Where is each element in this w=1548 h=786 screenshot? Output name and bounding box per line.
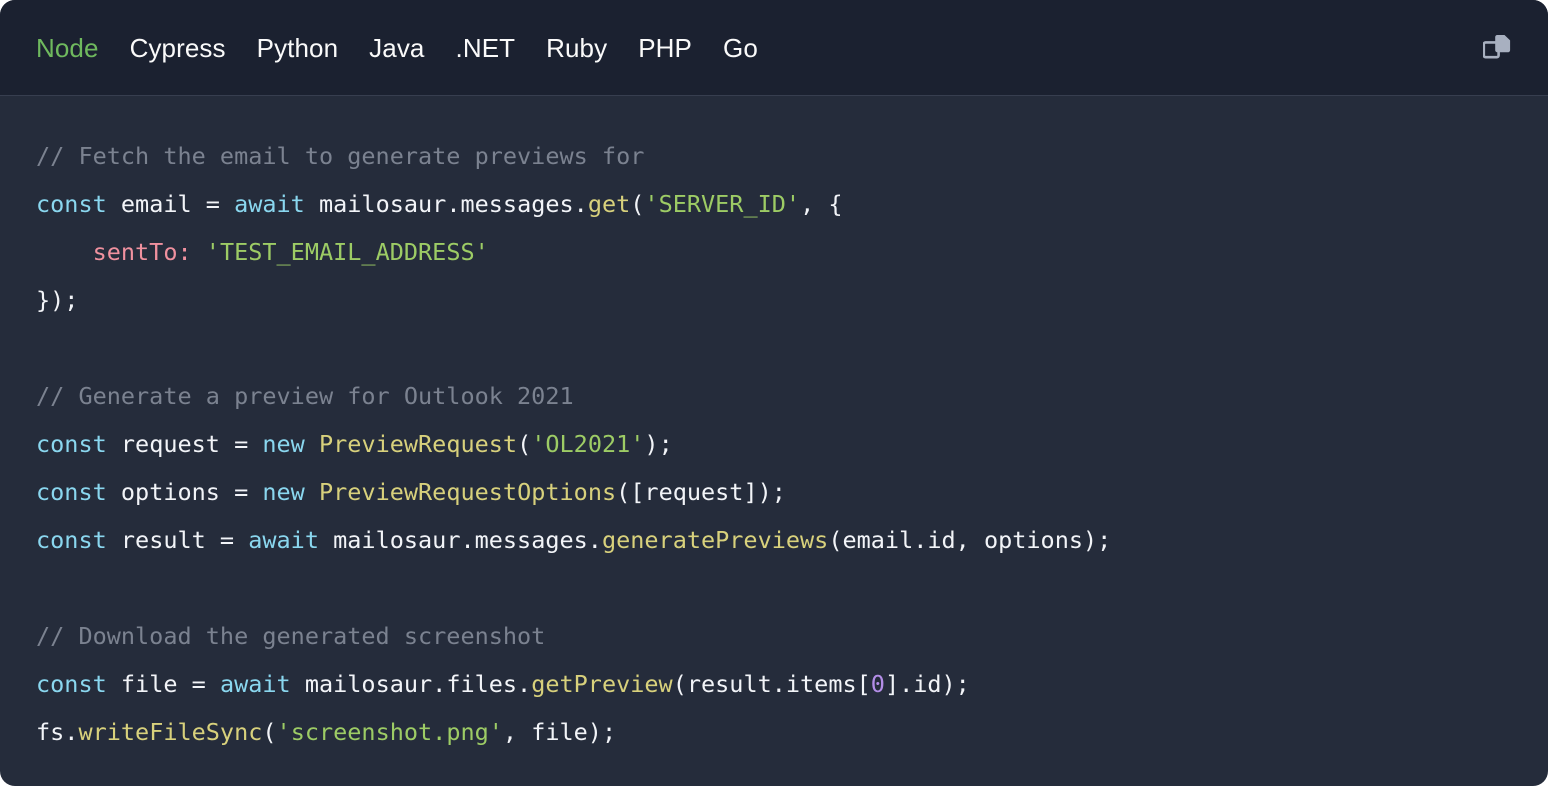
- code-token-pl: (result.items[: [672, 670, 871, 698]
- code-token-pl: mailosaur.messages.: [318, 526, 602, 554]
- code-token-fn: PreviewRequest: [319, 430, 518, 458]
- code-token-str: 'OL2021': [531, 430, 645, 458]
- code-token-pl: mailosaur.messages.: [304, 190, 588, 218]
- code-token-pl: mailosaur.files.: [290, 670, 532, 698]
- code-token-fn: writeFileSync: [78, 718, 263, 746]
- code-token-pl: (: [262, 718, 277, 746]
- code-token-pl: , {: [800, 190, 843, 218]
- code-token-pl: , file);: [502, 718, 617, 746]
- code-token-pl: });: [36, 286, 79, 314]
- code-token-pl: request =: [106, 430, 263, 458]
- code-token-pl: options =: [106, 478, 263, 506]
- code-token-kw: const: [36, 430, 107, 458]
- code-token-pl: ].id);: [884, 670, 970, 698]
- code-token-str: 'screenshot.png': [276, 718, 503, 746]
- copy-icon: [1483, 32, 1513, 64]
- code-token-fn: get: [587, 190, 631, 218]
- code-token-pl: result =: [106, 526, 249, 554]
- code-block: // Fetch the email to generate previews …: [36, 132, 1518, 756]
- code-token-com: // Fetch the email to generate previews …: [36, 142, 645, 170]
- code-line: const file = await mailosaur.files.getPr…: [36, 670, 970, 698]
- code-token-kw: const: [36, 670, 107, 698]
- code-token-kw: new: [262, 430, 305, 458]
- code-token-pl: (email.id, options);: [828, 526, 1112, 554]
- tab-python[interactable]: Python: [257, 29, 339, 67]
- tab-ruby[interactable]: Ruby: [546, 29, 607, 67]
- tabs-container: Node Cypress Python Java .NET Ruby PHP Go: [36, 29, 789, 67]
- code-token-num: 0: [870, 670, 885, 698]
- code-token-com: // Download the generated screenshot: [36, 622, 546, 650]
- code-line: const options = new PreviewRequestOption…: [36, 478, 786, 506]
- code-snippet-card: Node Cypress Python Java .NET Ruby PHP Go // Fe…: [0, 0, 1548, 786]
- code-token-kw: await: [234, 190, 305, 218]
- tab-java[interactable]: Java: [369, 29, 424, 67]
- code-token-kw: new: [262, 478, 305, 506]
- code-line: fs.writeFileSync('screenshot.png', file)…: [36, 718, 616, 746]
- language-tab-bar: Node Cypress Python Java .NET Ruby PHP Go: [0, 0, 1548, 96]
- code-token-kw: await: [219, 670, 291, 698]
- copy-code-button[interactable]: [1476, 26, 1520, 70]
- code-token-kw: const: [36, 526, 107, 554]
- code-line: const email = await mailosaur.messages.g…: [36, 190, 843, 218]
- code-line: });: [36, 286, 78, 314]
- code-token-pl: email =: [106, 190, 235, 218]
- tab-net[interactable]: .NET: [456, 29, 516, 67]
- code-token-kw: await: [248, 526, 319, 554]
- code-token-str: 'TEST_EMAIL_ADDRESS': [205, 238, 489, 266]
- code-token-prop: :: [177, 238, 192, 266]
- tab-cypress[interactable]: Cypress: [130, 29, 226, 67]
- code-token-pl: ([request]);: [616, 478, 786, 506]
- code-area[interactable]: // Fetch the email to generate previews …: [0, 96, 1548, 786]
- code-token-pl: (: [517, 430, 532, 458]
- code-token-fn: getPreview: [531, 670, 673, 698]
- code-token-kw: const: [36, 190, 107, 218]
- tab-node[interactable]: Node: [36, 29, 99, 67]
- code-token-pl: );: [644, 430, 673, 458]
- code-token-pl: file =: [106, 670, 220, 698]
- code-line: // Fetch the email to generate previews …: [36, 142, 644, 170]
- code-token-str: 'SERVER_ID': [644, 190, 801, 218]
- code-line: const result = await mailosaur.messages.…: [36, 526, 1111, 554]
- code-line: // Download the generated screenshot: [36, 622, 545, 650]
- code-token-pl: (: [630, 190, 645, 218]
- tab-go[interactable]: Go: [723, 29, 758, 67]
- code-token-fn: PreviewRequestOptions: [319, 478, 617, 506]
- code-token-prop: sentTo: [92, 238, 178, 266]
- code-token-pl: fs.: [36, 718, 79, 746]
- code-token-fn: generatePreviews: [601, 526, 829, 554]
- code-line: sentTo: 'TEST_EMAIL_ADDRESS': [36, 238, 489, 266]
- tab-php[interactable]: PHP: [638, 29, 692, 67]
- code-token-kw: const: [36, 478, 107, 506]
- code-line: const request = new PreviewRequest('OL20…: [36, 430, 673, 458]
- code-token-com: // Generate a preview for Outlook 2021: [36, 382, 574, 410]
- code-line: // Generate a preview for Outlook 2021: [36, 382, 574, 410]
